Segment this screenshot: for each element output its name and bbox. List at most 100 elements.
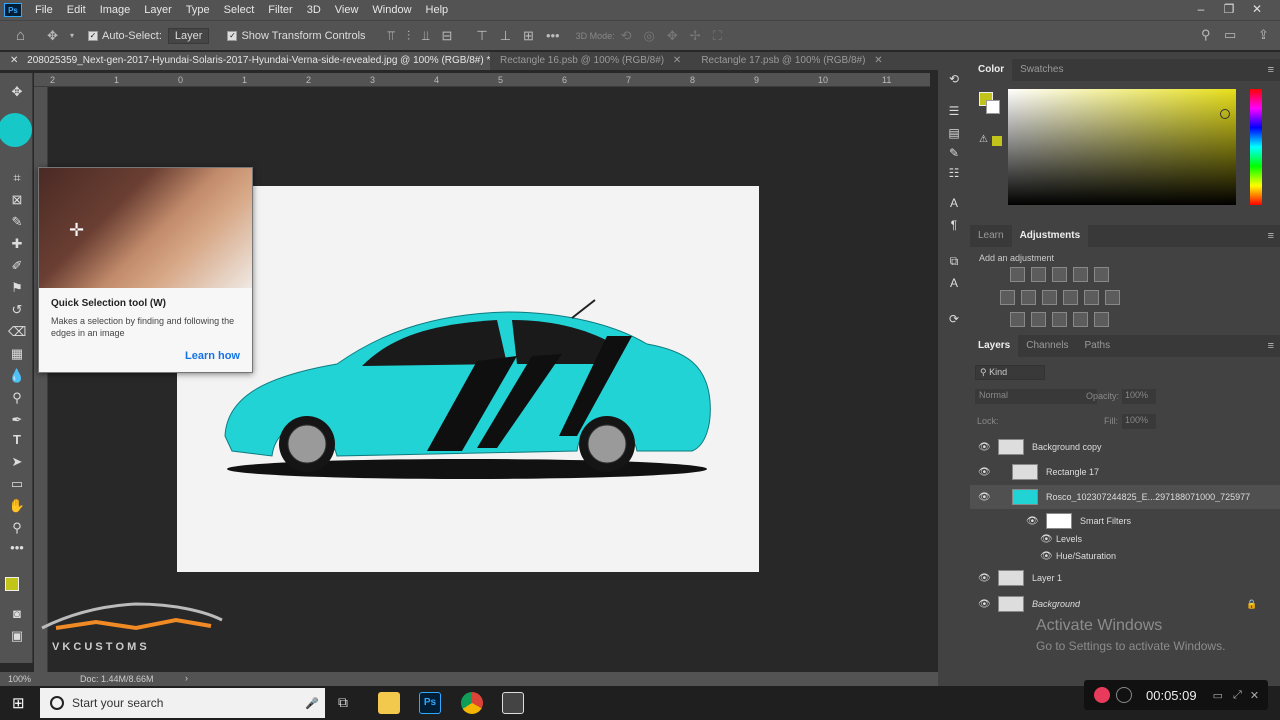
blur-tool-icon[interactable]: 💧 xyxy=(8,367,26,385)
align-left-icon[interactable]: ⊟ xyxy=(435,28,458,44)
pause-icon[interactable] xyxy=(1116,687,1132,703)
layer-filter-dropdown[interactable]: ⚲ Kind xyxy=(975,365,1045,380)
color-lookup-icon[interactable] xyxy=(1105,290,1120,305)
restore-icon[interactable]: ❐ xyxy=(1214,0,1244,20)
auto-select-checkbox[interactable]: ✓ Auto-Select: xyxy=(87,30,162,42)
opacity-input[interactable]: 100% xyxy=(1122,389,1156,404)
menu-window[interactable]: Window xyxy=(365,4,418,16)
black-white-icon[interactable] xyxy=(1042,290,1057,305)
eraser-tool-icon[interactable]: ⌫ xyxy=(8,323,26,341)
distribute-bottom-icon[interactable]: ⊞ xyxy=(517,28,540,44)
eyedropper-tool-icon[interactable]: ✎ xyxy=(8,213,26,231)
tab-document-2[interactable]: Rectangle 16.psb @ 100% (RGB/8#) ✕ xyxy=(490,52,691,70)
eye-icon[interactable]: 👁 xyxy=(1026,516,1039,527)
gradient-map-icon[interactable] xyxy=(1094,312,1109,327)
share-icon[interactable]: ⇪ xyxy=(1252,27,1275,43)
chevron-down-icon[interactable]: ▾ xyxy=(64,31,80,40)
learn-how-link[interactable]: Learn how xyxy=(185,350,240,362)
brightness-icon[interactable] xyxy=(1010,267,1025,282)
distribute-middle-icon[interactable]: ⊥ xyxy=(494,28,517,44)
document-canvas[interactable] xyxy=(177,186,759,572)
horizontal-ruler[interactable]: 2 1 0 1 2 3 4 5 6 7 8 9 10 11 xyxy=(34,73,930,87)
background-color-swatch[interactable] xyxy=(986,100,1000,114)
crop-tool-icon[interactable]: ⌗ xyxy=(8,169,26,187)
menu-file[interactable]: File xyxy=(28,4,60,16)
chrome-icon[interactable] xyxy=(461,692,483,714)
menu-layer[interactable]: Layer xyxy=(137,4,179,16)
paragraph-icon[interactable]: ¶ xyxy=(945,216,963,234)
eye-icon[interactable]: 👁 xyxy=(1040,534,1053,545)
menu-view[interactable]: View xyxy=(328,4,366,16)
layer-row[interactable]: 👁 Rectangle 17 xyxy=(970,460,1280,484)
eye-icon[interactable]: 👁 xyxy=(978,467,991,478)
tab-swatches[interactable]: Swatches xyxy=(1012,59,1071,81)
history-icon[interactable]: ⟲ xyxy=(945,70,963,88)
menu-image[interactable]: Image xyxy=(93,4,138,16)
zoom-tool-icon[interactable]: ⚲ xyxy=(8,519,26,537)
channel-mixer-icon[interactable] xyxy=(1084,290,1099,305)
selective-color-icon[interactable] xyxy=(1073,312,1088,327)
brushes-icon[interactable]: ✎ xyxy=(945,144,963,162)
auto-select-dropdown[interactable]: Layer xyxy=(167,27,210,44)
exposure-icon[interactable] xyxy=(1073,267,1088,282)
tab-document-1[interactable]: ✕ 208025359_Next-gen-2017-Hyundai-Solari… xyxy=(0,52,490,70)
tab-paths[interactable]: Paths xyxy=(1077,335,1119,357)
minimize-icon[interactable]: – xyxy=(1186,0,1216,20)
posterize-icon[interactable] xyxy=(1031,312,1046,327)
move-tool-icon[interactable]: ✥ xyxy=(41,28,64,44)
workspace-icon[interactable]: ▭ xyxy=(1218,27,1242,43)
microphone-icon[interactable]: 🎤 xyxy=(305,697,319,710)
hand-tool-icon[interactable]: ✋ xyxy=(8,497,26,515)
path-selection-icon[interactable]: ➤ xyxy=(8,453,26,471)
character-icon[interactable]: A xyxy=(945,194,963,212)
zoom-level[interactable]: 100% xyxy=(8,674,31,684)
libraries-icon[interactable]: ▤ xyxy=(945,124,963,142)
menu-type[interactable]: Type xyxy=(179,4,217,16)
gamut-swatch[interactable] xyxy=(992,136,1002,146)
move-tool-icon[interactable]: ✥ xyxy=(8,83,26,101)
hue-saturation-icon[interactable] xyxy=(1000,290,1015,305)
screen-mode-icon[interactable]: ▣ xyxy=(8,627,26,645)
adjust-icon[interactable]: ☷ xyxy=(945,164,963,182)
clone-source-icon[interactable]: ⧉ xyxy=(945,252,963,270)
tab-adjustments[interactable]: Adjustments xyxy=(1011,225,1089,247)
menu-3d[interactable]: 3D xyxy=(300,4,328,16)
type-tool-icon[interactable]: T xyxy=(8,431,26,449)
edit-toolbar-icon[interactable]: ••• xyxy=(8,539,26,557)
quick-selection-tool-icon[interactable] xyxy=(0,113,32,147)
layer-row[interactable]: 👁 Hue/Saturation xyxy=(970,547,1280,565)
recorder-close-icon[interactable]: ✕ xyxy=(1250,689,1259,702)
tab-color[interactable]: Color xyxy=(970,59,1013,81)
quick-mask-icon[interactable]: ◙ xyxy=(8,605,26,623)
tab-document-3[interactable]: Rectangle 17.psb @ 100% (RGB/8#) ✕ xyxy=(691,52,892,70)
blend-mode-dropdown[interactable]: Normal xyxy=(975,389,1097,404)
tab-close-icon[interactable]: ✕ xyxy=(673,55,681,66)
frame-tool-icon[interactable]: ⊠ xyxy=(8,191,26,209)
tab-close-icon[interactable]: ✕ xyxy=(10,55,18,66)
invert-icon[interactable] xyxy=(1010,312,1025,327)
eye-icon[interactable]: 👁 xyxy=(978,573,991,584)
tab-learn[interactable]: Learn xyxy=(970,225,1012,247)
panel-menu-icon[interactable]: ≡ xyxy=(1268,340,1274,352)
more-options-icon[interactable]: ••• xyxy=(540,28,566,43)
home-icon[interactable]: ⌂ xyxy=(10,27,31,44)
brush-tool-icon[interactable]: ✐ xyxy=(8,257,26,275)
eye-icon[interactable]: 👁 xyxy=(978,442,991,453)
expand-icon[interactable]: ⤢ xyxy=(1233,689,1242,702)
menu-select[interactable]: Select xyxy=(217,4,262,16)
actions-icon[interactable]: ⟳ xyxy=(945,310,963,328)
layer-row[interactable]: 👁 Background copy xyxy=(970,435,1280,459)
panel-menu-icon[interactable]: ≡ xyxy=(1268,230,1274,242)
color-picker-handle[interactable] xyxy=(1220,109,1230,119)
tab-layers[interactable]: Layers xyxy=(970,335,1019,357)
search-icon[interactable]: ⚲ xyxy=(1195,27,1217,43)
eye-icon[interactable]: 👁 xyxy=(1040,551,1053,562)
rectangle-tool-icon[interactable]: ▭ xyxy=(8,475,26,493)
task-view-icon[interactable]: ⧉ xyxy=(338,694,348,711)
foreground-color-swatch[interactable] xyxy=(5,577,19,591)
menu-help[interactable]: Help xyxy=(419,4,456,16)
close-icon[interactable]: ✕ xyxy=(1242,0,1272,20)
threshold-icon[interactable] xyxy=(1052,312,1067,327)
panel-menu-icon[interactable]: ≡ xyxy=(1268,64,1274,76)
distribute-top-icon[interactable]: ⊤ xyxy=(470,28,493,44)
